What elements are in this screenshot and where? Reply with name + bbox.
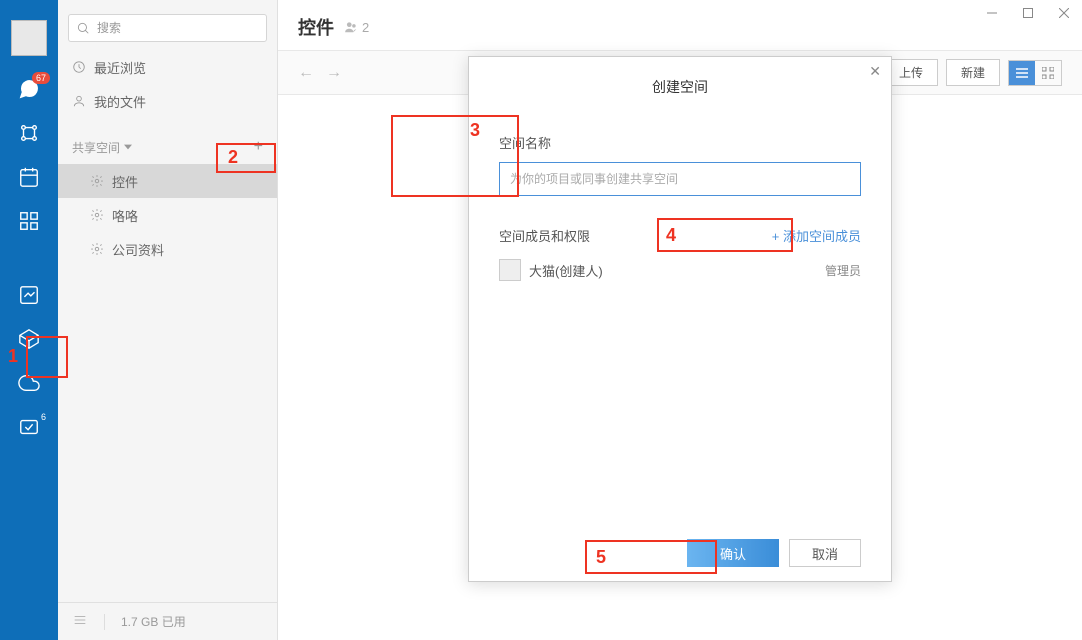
sidebar-sub-item[interactable]: 公司资料 [58, 232, 277, 266]
sidebar-item-label: 公司资料 [112, 240, 164, 259]
annotation-label-5: 5 [596, 547, 606, 568]
annotation-label-4: 4 [666, 225, 676, 246]
shared-header-toggle[interactable]: 共享空间 [72, 139, 132, 156]
sidebar: 最近浏览 我的文件 共享空间 + 控件 咯咯 公司资料 [58, 0, 278, 640]
nav-rail: 67 6 [0, 0, 58, 640]
main-content: 控件 2 ← → 上传 新建 [278, 0, 1082, 640]
sidebar-item-recent[interactable]: 最近浏览 [58, 50, 277, 84]
annotation-label-3: 3 [470, 120, 480, 141]
modal-title: 创建空间 [469, 57, 891, 109]
avatar[interactable] [11, 20, 47, 56]
storage-label: 1.7 GB 已用 [121, 613, 186, 630]
sidebar-sub-item[interactable]: 咯咯 [58, 198, 277, 232]
member-name: 大猫(创建人) [529, 261, 603, 280]
confirm-button[interactable]: 确认 [687, 539, 779, 567]
apps-icon[interactable] [18, 122, 40, 144]
add-space-button[interactable]: + [254, 138, 263, 156]
grid-icon[interactable] [18, 210, 40, 232]
member-row: 大猫(创建人) 管理员 [499, 259, 861, 281]
sidebar-item-label: 我的文件 [94, 92, 146, 111]
sidebar-footer: 1.7 GB 已用 [58, 602, 277, 640]
sidebar-section-shared: 共享空间 + [58, 130, 277, 164]
chat-icon[interactable]: 67 [18, 78, 40, 100]
calendar-icon[interactable] [18, 166, 40, 188]
cube-icon[interactable] [18, 328, 40, 350]
sidebar-item-label: 最近浏览 [94, 58, 146, 77]
sidebar-item-label: 控件 [112, 172, 138, 191]
share-icon[interactable]: 6 [18, 416, 40, 438]
annotation-label-2: 2 [228, 147, 238, 168]
sidebar-sub-item[interactable]: 控件 [58, 164, 277, 198]
chat-badge: 67 [32, 72, 50, 84]
members-label: 空间成员和权限 [499, 226, 590, 245]
space-name-input[interactable] [499, 162, 861, 196]
cloud-icon[interactable] [18, 372, 40, 394]
space-name-label: 空间名称 [499, 133, 861, 152]
modal-close-button[interactable]: ✕ [869, 63, 881, 80]
stats-icon[interactable] [18, 284, 40, 306]
sidebar-item-myfiles[interactable]: 我的文件 [58, 84, 277, 118]
annotation-label-1: 1 [8, 346, 18, 367]
search-input[interactable] [68, 14, 267, 42]
modal-backdrop: ✕ 创建空间 空间名称 空间成员和权限 + 添加空间成员 大猫(创建人) 管理员 [278, 0, 1082, 640]
cancel-button[interactable]: 取消 [789, 539, 861, 567]
member-avatar [499, 259, 521, 281]
member-role: 管理员 [825, 262, 861, 279]
sidebar-item-label: 咯咯 [112, 206, 138, 225]
search-icon [76, 21, 90, 35]
menu-icon[interactable] [72, 612, 88, 631]
add-member-link[interactable]: + 添加空间成员 [772, 226, 861, 245]
create-space-modal: ✕ 创建空间 空间名称 空间成员和权限 + 添加空间成员 大猫(创建人) 管理员 [468, 56, 892, 582]
